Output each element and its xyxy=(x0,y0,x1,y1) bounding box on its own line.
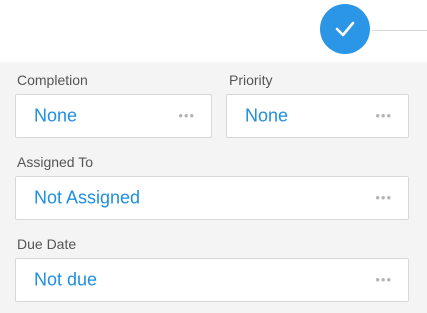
priority-label: Priority xyxy=(229,72,273,88)
more-options-icon[interactable]: ••• xyxy=(178,108,195,123)
due-date-value: Not due xyxy=(34,269,98,290)
header-divider xyxy=(372,30,427,31)
more-options-icon[interactable]: ••• xyxy=(375,190,392,205)
assigned-to-label: Assigned To xyxy=(17,154,94,170)
checkmark-icon xyxy=(335,21,355,37)
completion-field[interactable]: None ••• xyxy=(15,94,212,138)
assigned-to-value: Not Assigned xyxy=(34,187,141,208)
confirm-button[interactable] xyxy=(320,4,370,54)
due-date-label: Due Date xyxy=(17,236,77,252)
task-properties-panel: Completion None ••• Priority None ••• As… xyxy=(0,62,427,313)
more-options-icon[interactable]: ••• xyxy=(375,272,392,287)
assigned-to-field[interactable]: Not Assigned ••• xyxy=(15,176,409,220)
more-options-icon[interactable]: ••• xyxy=(375,108,392,123)
priority-value: None xyxy=(245,105,289,126)
priority-field[interactable]: None ••• xyxy=(226,94,409,138)
due-date-field[interactable]: Not due ••• xyxy=(15,258,409,302)
completion-label: Completion xyxy=(17,72,88,88)
completion-value: None xyxy=(34,105,78,126)
